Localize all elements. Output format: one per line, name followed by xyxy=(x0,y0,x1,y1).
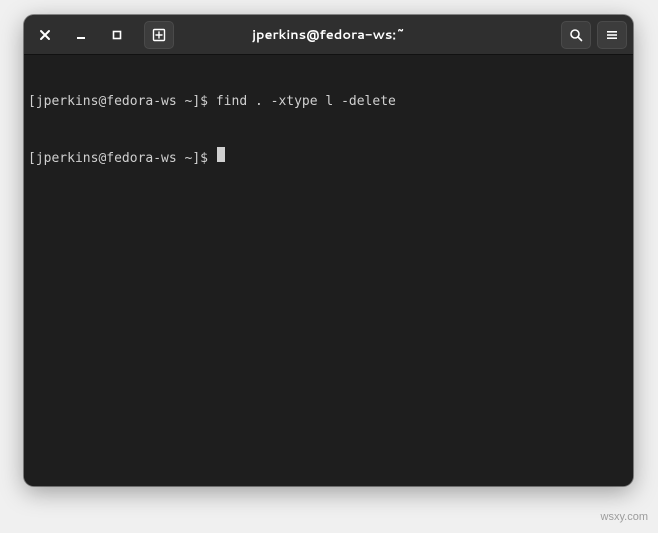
search-button[interactable] xyxy=(561,21,591,49)
new-tab-icon xyxy=(152,28,166,42)
search-icon xyxy=(569,28,583,42)
maximize-button[interactable] xyxy=(102,21,132,49)
watermark: wsxy.com xyxy=(601,511,648,523)
minimize-button[interactable] xyxy=(66,21,96,49)
terminal-body[interactable]: [jperkins@fedora-ws ~]$ find . -xtype l … xyxy=(24,55,633,486)
close-button[interactable] xyxy=(30,21,60,49)
command-text: find . -xtype l -delete xyxy=(216,93,396,111)
titlebar: jperkins@fedora-ws:~ xyxy=(24,15,633,55)
new-tab-button[interactable] xyxy=(144,21,174,49)
prompt: [jperkins@fedora-ws ~]$ xyxy=(28,93,216,111)
terminal-line: [jperkins@fedora-ws ~]$ xyxy=(28,147,629,168)
terminal-line: [jperkins@fedora-ws ~]$ find . -xtype l … xyxy=(28,93,629,111)
menu-button[interactable] xyxy=(597,21,627,49)
maximize-icon xyxy=(111,29,123,41)
minimize-icon xyxy=(75,29,87,41)
cursor xyxy=(217,147,225,162)
prompt: [jperkins@fedora-ws ~]$ xyxy=(28,150,216,168)
hamburger-menu-icon xyxy=(605,28,619,42)
close-icon xyxy=(39,29,51,41)
terminal-window: jperkins@fedora-ws:~ [jperkins@fedora-ws… xyxy=(24,15,633,486)
